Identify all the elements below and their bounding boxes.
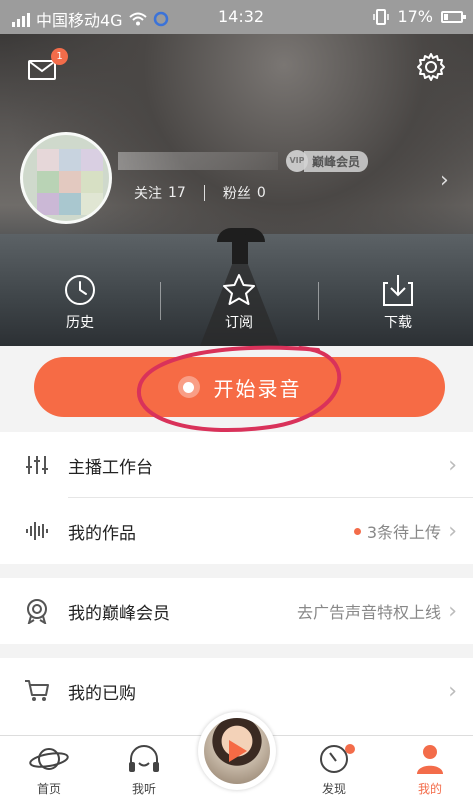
fans-label[interactable]: 粉丝: [223, 183, 251, 203]
pending-dot: [353, 527, 361, 535]
battery-icon: [441, 10, 466, 23]
chevron-right-icon: ›: [448, 678, 457, 704]
album-cover: [204, 718, 270, 784]
carrier-label: 中国移动4G: [36, 11, 123, 30]
chevron-right-icon: ›: [448, 452, 457, 478]
tab-home[interactable]: 首页: [14, 742, 84, 796]
vip-promo-text: 去广告声音特权上线: [296, 603, 441, 622]
mail-icon: [29, 61, 55, 73]
download-shortcut[interactable]: 下载: [353, 272, 443, 332]
stats-divider: [203, 185, 205, 201]
tab-label: 首页: [36, 782, 61, 796]
tab-label: 发现: [321, 782, 346, 796]
discover-new-dot: [345, 744, 355, 754]
tab-listen[interactable]: 我听: [109, 742, 179, 796]
status-right: 17%: [373, 7, 466, 26]
waveform-icon: [26, 522, 48, 540]
menu-item-title: 我的已购: [68, 683, 136, 704]
shortcut-divider: [160, 282, 161, 320]
vip-badge-label: 巅峰会员: [304, 150, 369, 172]
clock-icon: [65, 275, 95, 305]
mail-badge: 1: [51, 48, 68, 65]
messages-button[interactable]: 1: [28, 48, 68, 80]
cart-icon: [25, 680, 49, 701]
tab-mine[interactable]: 我的: [395, 742, 465, 796]
history-label: 历史: [66, 315, 94, 331]
now-playing-button[interactable]: [198, 712, 276, 790]
chevron-right-icon: ›: [448, 518, 457, 544]
play-icon: [229, 740, 247, 762]
tab-label: 我听: [131, 782, 156, 796]
settings-gear-icon[interactable]: [416, 52, 446, 82]
status-bar: 中国移动4G 14:32 17%: [0, 0, 473, 34]
fans-count[interactable]: 0: [257, 185, 266, 201]
username-blurred: [118, 152, 278, 170]
record-dot-icon: [177, 376, 200, 398]
person-icon: [417, 745, 443, 774]
chevron-right-icon: ›: [448, 598, 457, 624]
menu-item-title: 我的作品: [68, 523, 136, 544]
subscribe-label: 订阅: [225, 315, 253, 331]
headphones-icon: [129, 745, 159, 772]
following-label[interactable]: 关注: [134, 183, 162, 203]
avatar[interactable]: [20, 132, 112, 224]
tab-label: 我的: [417, 782, 442, 796]
wifi-icon: [128, 12, 147, 26]
following-count[interactable]: 17: [168, 185, 186, 201]
shortcut-divider: [318, 282, 319, 320]
start-recording-label: 开始录音: [213, 376, 302, 401]
vibrate-icon: [373, 8, 390, 25]
pending-upload-status: 3条待上传: [353, 519, 441, 543]
signal-icon: [12, 11, 30, 27]
sync-icon: [153, 11, 168, 27]
sliders-icon: [26, 456, 48, 474]
menu-item-title: 我的巅峰会员: [68, 603, 170, 624]
planet-icon: [29, 748, 69, 770]
menu-item-my-works[interactable]: 我的作品 3条待上传 ›: [0, 498, 473, 564]
download-label: 下载: [384, 315, 412, 331]
tab-discover[interactable]: 发现: [299, 742, 369, 796]
start-recording-button[interactable]: 开始录音: [34, 357, 445, 417]
status-left: 中国移动4G: [12, 7, 169, 31]
star-icon: [223, 274, 255, 305]
menu-group-vip: 我的巅峰会员 去广告声音特权上线 ›: [0, 578, 473, 644]
profile-chevron-right-icon[interactable]: ›: [440, 168, 449, 193]
profile-screen: 中国移动4G 14:32 17% 1 VIP 巅峰会员 关注 17 粉丝 0 ›…: [0, 0, 473, 796]
menu-group-creator: 主播工作台 › 我的作品 3条待上传 ›: [0, 432, 473, 564]
subscribe-shortcut[interactable]: 订阅: [194, 272, 284, 332]
header-background-figure: [232, 234, 248, 264]
download-icon: [383, 275, 413, 306]
menu-item-title: 主播工作台: [68, 457, 153, 478]
pending-upload-text: 3条待上传: [366, 523, 441, 542]
menu-item-anchor-workbench[interactable]: 主播工作台 ›: [0, 432, 473, 498]
status-time: 14:32: [218, 7, 265, 26]
battery-percent: 17%: [397, 7, 433, 26]
menu-item-my-vip[interactable]: 我的巅峰会员 去广告声音特权上线 ›: [0, 578, 473, 644]
medal-icon: [27, 599, 47, 624]
follow-stats: 关注 17 粉丝 0: [134, 183, 266, 203]
vip-badge[interactable]: VIP 巅峰会员: [286, 150, 369, 172]
history-shortcut[interactable]: 历史: [35, 272, 125, 332]
